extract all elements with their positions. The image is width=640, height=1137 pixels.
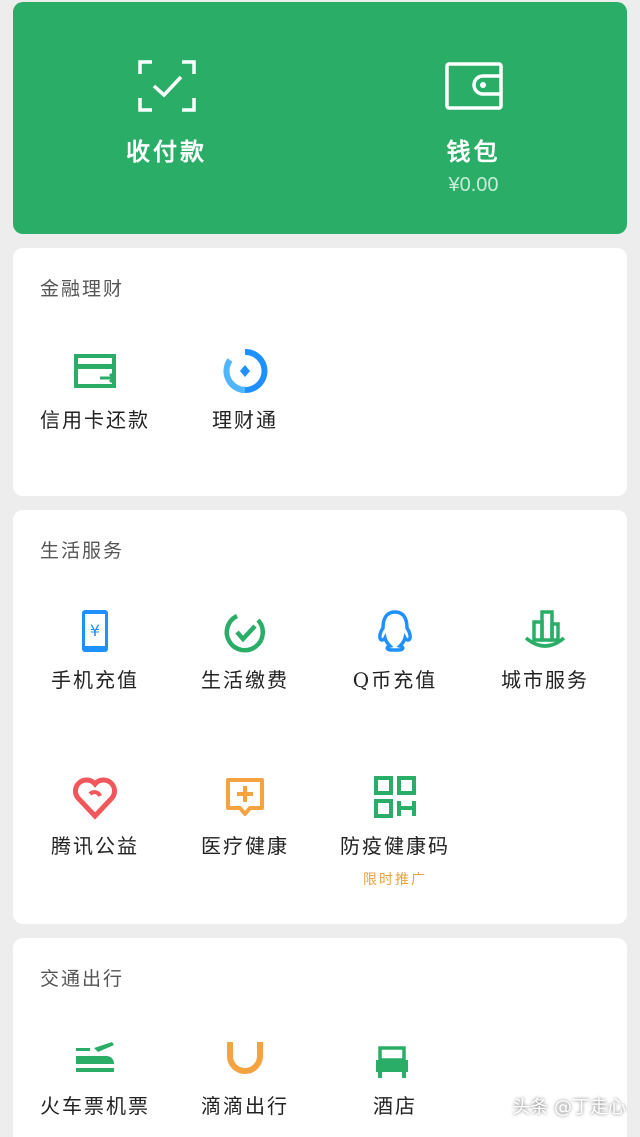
- section-title-life: 生活服务: [40, 540, 125, 562]
- mobile-recharge-label: 手机充值: [51, 668, 139, 692]
- health-code-item[interactable]: 防疫健康码 限时推广: [320, 774, 470, 889]
- mobile-recharge-item[interactable]: ¥ 手机充值: [20, 608, 170, 693]
- qr-code-icon: [374, 776, 416, 818]
- wallet-button[interactable]: 钱包 ¥0.00: [320, 2, 627, 234]
- licaitong-item[interactable]: 理财通: [170, 348, 320, 433]
- train-plane-icon: [76, 1042, 114, 1072]
- wallet-balance: ¥0.00: [448, 174, 499, 196]
- utility-payment-icon: [224, 613, 266, 653]
- didi-item[interactable]: 滴滴出行: [170, 1034, 320, 1119]
- city-service-label: 城市服务: [501, 668, 589, 692]
- city-service-icon: [524, 610, 566, 648]
- charity-heart-icon: [73, 777, 117, 820]
- hotel-item[interactable]: 酒店: [320, 1034, 470, 1119]
- hotel-label: 酒店: [373, 1094, 417, 1118]
- credit-card-icon: [74, 354, 117, 388]
- finance-section: 金融理财 信用卡还款 理财通: [13, 248, 627, 496]
- medical-health-icon: [226, 778, 264, 816]
- medical-health-label: 医疗健康: [201, 834, 289, 858]
- scan-check-icon: [137, 60, 196, 112]
- section-title-finance: 金融理财: [40, 278, 125, 300]
- qq-coin-icon: [378, 610, 412, 652]
- tencent-charity-item[interactable]: 腾讯公益: [20, 774, 170, 859]
- didi-icon: [227, 1042, 263, 1074]
- credit-card-repay-item[interactable]: 信用卡还款: [20, 348, 170, 433]
- hotel-bed-icon: [376, 1036, 416, 1078]
- wallet-header-card: 收付款 钱包 ¥0.00: [13, 2, 627, 234]
- licaitong-label: 理财通: [212, 408, 278, 432]
- promo-tag: 限时推广: [363, 872, 427, 888]
- mobile-recharge-icon: ¥: [82, 610, 108, 652]
- didi-label: 滴滴出行: [201, 1094, 289, 1118]
- utility-payment-label: 生活缴费: [201, 668, 289, 692]
- credit-card-repay-label: 信用卡还款: [40, 408, 150, 432]
- licaitong-icon: [223, 348, 268, 393]
- utility-payment-item[interactable]: 生活缴费: [170, 608, 320, 693]
- medical-health-item[interactable]: 医疗健康: [170, 774, 320, 859]
- watermark: 头条 @丁走心: [512, 1097, 626, 1118]
- wallet-icon: [444, 62, 503, 110]
- city-service-item[interactable]: 城市服务: [470, 608, 620, 693]
- section-title-transport: 交通出行: [40, 968, 125, 990]
- qq-coin-label: Q币充值: [352, 668, 438, 692]
- train-flight-item[interactable]: 火车票机票: [20, 1034, 170, 1119]
- wallet-label: 钱包: [446, 137, 501, 166]
- qq-coin-item[interactable]: Q币充值: [320, 608, 470, 693]
- tencent-charity-label: 腾讯公益: [51, 834, 139, 858]
- pay-receive-button[interactable]: 收付款: [13, 2, 320, 234]
- life-services-section: 生活服务 ¥ 手机充值 生活缴费 Q币充值 城市服务 腾讯公益 医疗健康 防疫健…: [13, 510, 627, 924]
- train-flight-label: 火车票机票: [40, 1094, 150, 1118]
- health-code-label: 防疫健康码: [340, 834, 450, 858]
- svg-text:¥: ¥: [90, 621, 100, 640]
- pay-receive-label: 收付款: [126, 137, 207, 166]
